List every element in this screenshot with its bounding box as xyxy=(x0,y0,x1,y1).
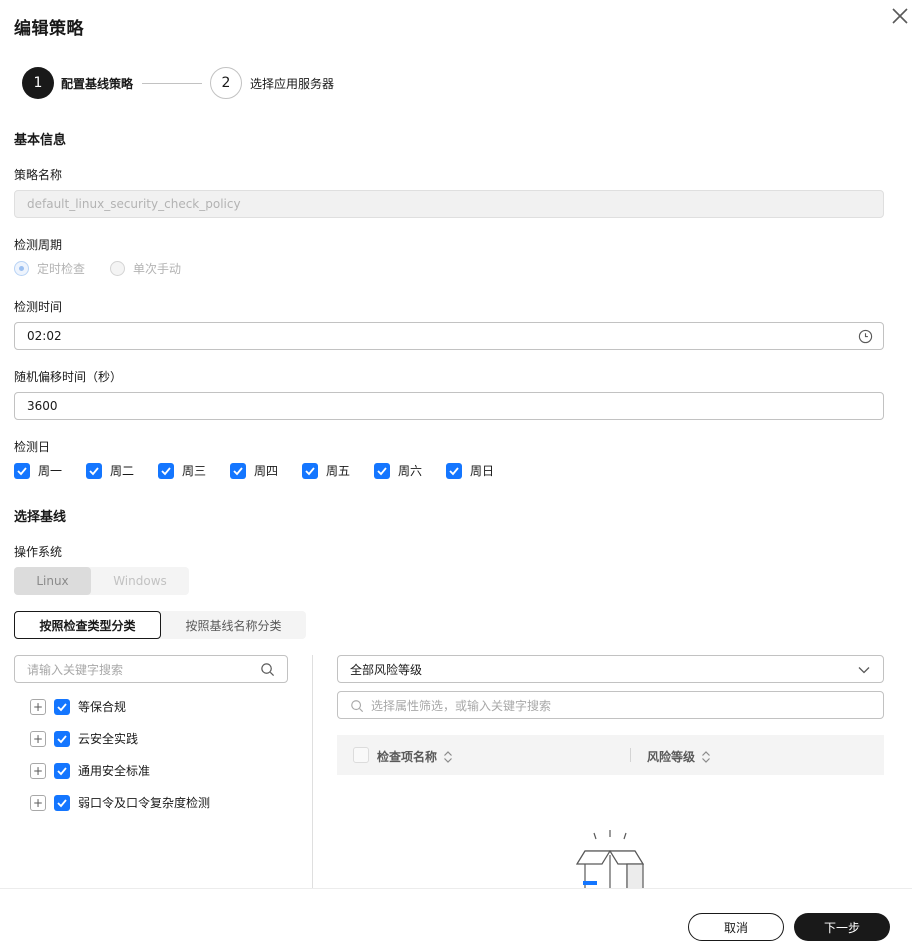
expand-plus-icon[interactable]: + xyxy=(30,762,46,779)
basic-info-title: 基本信息 xyxy=(14,133,67,148)
radio-single-manual: 单次手动 xyxy=(110,260,181,277)
step-1-indicator: 1 xyxy=(22,67,54,99)
checkbox-tuesday[interactable]: 周二 xyxy=(86,462,158,479)
left-search-input[interactable]: 请输入关键字搜索 xyxy=(14,655,288,683)
checkbox-thursday[interactable]: 周四 xyxy=(230,462,302,479)
empty-box-icon xyxy=(575,830,645,889)
tree-item-label: 弱口令及口令复杂度检测 xyxy=(78,796,211,810)
category-tabs: 按照检查类型分类 按照基线名称分类 xyxy=(14,611,306,639)
check-time-value: 02:02 xyxy=(27,329,62,343)
sort-icon[interactable] xyxy=(701,750,711,764)
step-2-label: 选择应用服务器 xyxy=(250,77,335,91)
checkbox-label: 周五 xyxy=(326,464,351,478)
expand-plus-icon[interactable]: + xyxy=(30,730,46,747)
checkbox-label: 周二 xyxy=(110,464,135,478)
check-time-input[interactable]: 02:02 xyxy=(14,322,884,350)
column-risk-level[interactable]: 风险等级 xyxy=(647,748,711,765)
tree-item-compliance[interactable]: + 等保合规 xyxy=(30,698,126,715)
next-step-button[interactable]: 下一步 xyxy=(794,913,890,941)
tree-item-label: 通用安全标准 xyxy=(78,764,151,778)
tree-item-weak-password[interactable]: + 弱口令及口令复杂度检测 xyxy=(30,794,210,811)
os-segmented-control: Linux Windows xyxy=(14,567,189,595)
close-button[interactable] xyxy=(888,4,912,28)
search-icon[interactable] xyxy=(260,662,275,677)
expand-plus-icon[interactable]: + xyxy=(30,794,46,811)
checkbox-label: 周四 xyxy=(254,464,279,478)
column-label: 检查项名称 xyxy=(377,750,438,764)
risk-level-value: 全部风险等级 xyxy=(350,662,423,677)
radio-label: 单次手动 xyxy=(133,262,182,276)
expand-plus-icon[interactable]: + xyxy=(30,698,46,715)
checkbox-wednesday[interactable]: 周三 xyxy=(158,462,230,479)
radio-label: 定时检查 xyxy=(37,262,86,276)
checkbox-checked-icon[interactable] xyxy=(54,794,70,811)
sort-icon[interactable] xyxy=(443,750,453,764)
clock-icon[interactable] xyxy=(858,329,873,344)
select-all-checkbox[interactable] xyxy=(353,747,369,763)
checkbox-label: 周六 xyxy=(398,464,423,478)
checkbox-checked-icon[interactable] xyxy=(14,462,30,479)
checkbox-checked-icon[interactable] xyxy=(230,462,246,479)
checkbox-checked-icon[interactable] xyxy=(302,462,318,479)
os-option-windows: Windows xyxy=(113,574,167,588)
checkbox-monday[interactable]: 周一 xyxy=(14,462,86,479)
check-days-group: 周一 周二 周三 周四 周五 周六 周日 xyxy=(14,462,518,479)
dialog-title: 编辑策略 xyxy=(14,19,84,39)
radio-dot xyxy=(110,261,125,276)
tab-by-baseline-name[interactable]: 按照基线名称分类 xyxy=(161,611,306,639)
cancel-button[interactable]: 取消 xyxy=(688,913,784,941)
os-option-linux: Linux xyxy=(14,567,91,595)
select-baseline-title: 选择基线 xyxy=(14,510,67,525)
search-icon xyxy=(351,700,364,713)
checkbox-checked-icon[interactable] xyxy=(446,462,462,479)
tree-item-label: 云安全实践 xyxy=(78,732,139,746)
os-label: 操作系统 xyxy=(14,545,63,559)
checkbox-friday[interactable]: 周五 xyxy=(302,462,374,479)
checkbox-checked-icon[interactable] xyxy=(374,462,390,479)
close-icon[interactable] xyxy=(888,4,912,28)
checkbox-label: 周一 xyxy=(38,464,63,478)
filter-placeholder: 选择属性筛选，或输入关键字搜索 xyxy=(371,698,552,713)
checkbox-sunday[interactable]: 周日 xyxy=(446,462,518,479)
step-connector xyxy=(142,83,202,84)
random-offset-value: 3600 xyxy=(27,399,58,413)
checkbox-label: 周日 xyxy=(470,464,495,478)
checkbox-checked-icon[interactable] xyxy=(54,762,70,779)
tree-item-cloud-security[interactable]: + 云安全实践 xyxy=(30,730,138,747)
checkbox-saturday[interactable]: 周六 xyxy=(374,462,446,479)
chevron-down-icon[interactable] xyxy=(857,663,871,677)
policy-name-input: default_linux_security_check_policy xyxy=(14,190,884,218)
step-1-label: 配置基线策略 xyxy=(61,77,134,91)
step-2-indicator: 2 xyxy=(210,67,242,99)
random-offset-label: 随机偏移时间（秒） xyxy=(14,370,123,384)
checkbox-label: 周三 xyxy=(182,464,207,478)
column-separator xyxy=(630,748,631,762)
checkbox-checked-icon[interactable] xyxy=(86,462,102,479)
tree-item-general-standard[interactable]: + 通用安全标准 xyxy=(30,762,150,779)
table-header: 检查项名称 风险等级 xyxy=(337,735,884,775)
column-label: 风险等级 xyxy=(647,750,696,764)
policy-name-value: default_linux_security_check_policy xyxy=(27,197,241,211)
checkbox-checked-icon[interactable] xyxy=(158,462,174,479)
filter-search-input[interactable]: 选择属性筛选，或输入关键字搜索 xyxy=(337,691,884,719)
policy-name-label: 策略名称 xyxy=(14,168,63,182)
column-check-item-name[interactable]: 检查项名称 xyxy=(377,748,453,765)
check-cycle-label: 检测周期 xyxy=(14,238,63,252)
left-search-placeholder: 请输入关键字搜索 xyxy=(27,662,124,677)
checkbox-checked-icon[interactable] xyxy=(54,698,70,715)
tab-by-check-type[interactable]: 按照检查类型分类 xyxy=(14,611,161,639)
checkbox-checked-icon[interactable] xyxy=(54,730,70,747)
radio-scheduled-check: 定时检查 xyxy=(14,260,85,277)
risk-level-select[interactable]: 全部风险等级 xyxy=(337,655,884,683)
radio-dot xyxy=(14,261,29,276)
panel-divider xyxy=(312,655,313,888)
random-offset-input[interactable]: 3600 xyxy=(14,392,884,420)
check-days-label: 检测日 xyxy=(14,440,51,454)
tree-item-label: 等保合规 xyxy=(78,700,127,714)
check-time-label: 检测时间 xyxy=(14,300,63,314)
